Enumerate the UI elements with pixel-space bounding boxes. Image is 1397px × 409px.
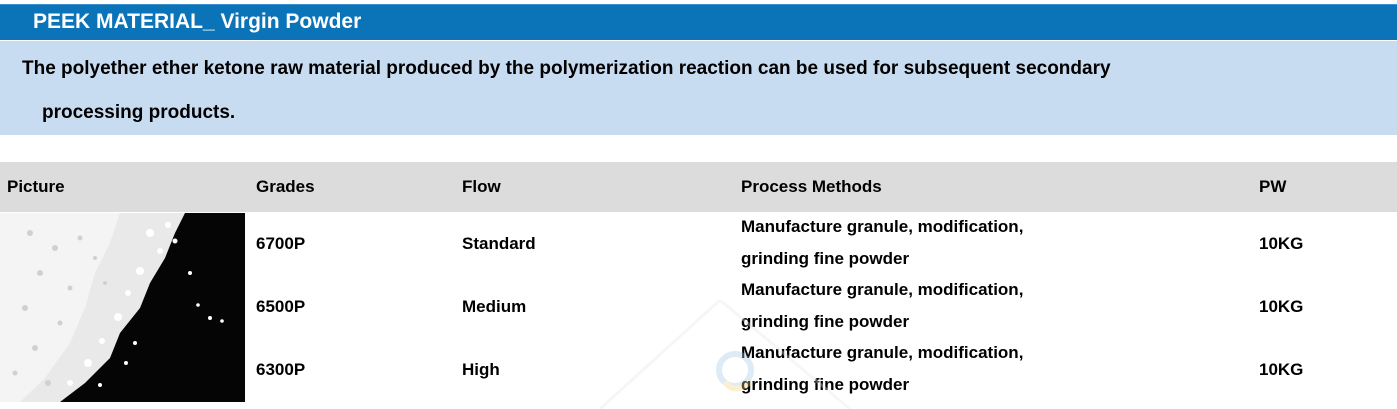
header-process-methods: Process Methods — [741, 177, 882, 196]
header-pw: PW — [1259, 177, 1287, 196]
header-flow: Flow — [462, 177, 501, 196]
watermark-logo — [598, 300, 851, 409]
section-title: PEEK MATERIAL_ Virgin Powder — [33, 10, 362, 33]
process-cell-line-1: Manufacture granule, modification, — [741, 280, 1024, 299]
pw-cell: 10KG — [1259, 234, 1304, 253]
table-row: 6700P Standard Manufacture granule, modi… — [245, 213, 1397, 276]
process-cell-line-1: Manufacture granule, modification, — [741, 217, 1024, 236]
description-line-1: The polyether ether ketone raw material … — [22, 58, 1111, 79]
grade-cell: 6300P — [256, 360, 306, 379]
table-header: Picture Grades Flow Process Methods PW — [0, 162, 1397, 212]
header-grades: Grades — [256, 177, 315, 196]
flow-cell: Standard — [462, 234, 536, 253]
pw-cell: 10KG — [1259, 360, 1304, 379]
process-cell-line-2: grinding fine powder — [741, 249, 910, 268]
description-line-2: processing products. — [42, 102, 236, 123]
section-header-bar: PEEK MATERIAL_ Virgin Powder — [0, 4, 1397, 40]
pw-cell: 10KG — [1259, 297, 1304, 316]
flow-cell: High — [462, 360, 500, 379]
peek-powder-photo — [0, 213, 245, 402]
grade-cell: 6700P — [256, 234, 306, 253]
flow-cell: Medium — [462, 297, 527, 316]
description-box: The polyether ether ketone raw material … — [0, 41, 1397, 135]
header-picture: Picture — [7, 177, 65, 196]
grade-cell: 6500P — [256, 297, 306, 316]
